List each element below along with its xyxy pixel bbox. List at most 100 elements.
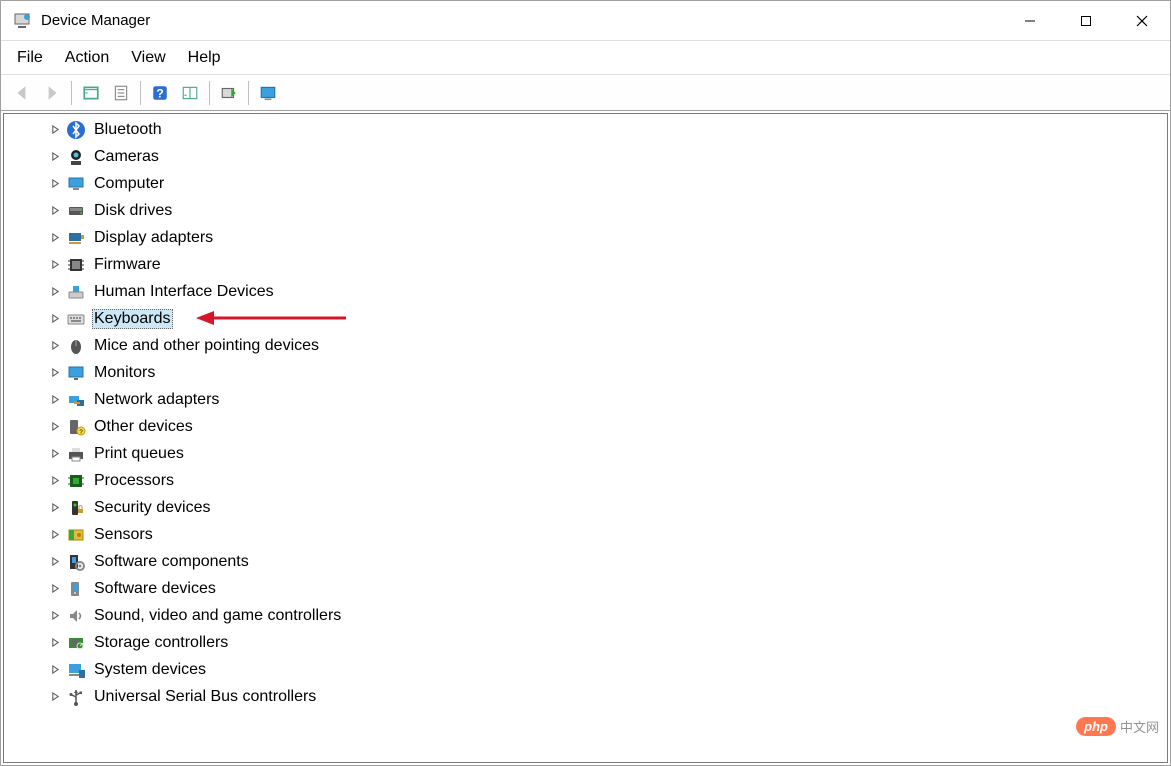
scan-hardware-button[interactable] bbox=[214, 79, 244, 107]
expander-icon[interactable] bbox=[46, 607, 64, 625]
expander-icon[interactable] bbox=[46, 526, 64, 544]
tree-item-label: Display adapters bbox=[92, 229, 215, 247]
tree-item-cameras[interactable]: Cameras bbox=[4, 143, 1167, 170]
tree-item-monitors[interactable]: Monitors bbox=[4, 359, 1167, 386]
menu-help[interactable]: Help bbox=[188, 49, 221, 67]
expander-icon[interactable] bbox=[46, 688, 64, 706]
security-icon bbox=[66, 498, 86, 518]
tree-item-sound-video-and-game-controllers[interactable]: Sound, video and game controllers bbox=[4, 602, 1167, 629]
tree-item-system-devices[interactable]: System devices bbox=[4, 656, 1167, 683]
forward-button[interactable] bbox=[37, 79, 67, 107]
tree-item-display-adapters[interactable]: Display adapters bbox=[4, 224, 1167, 251]
expander-icon[interactable] bbox=[46, 229, 64, 247]
action-menu-button[interactable] bbox=[175, 79, 205, 107]
tree-item-label: System devices bbox=[92, 661, 208, 679]
tree-item-label: Software components bbox=[92, 553, 251, 571]
title-bar: Device Manager bbox=[1, 1, 1170, 41]
window-controls bbox=[1002, 1, 1170, 41]
camera-icon bbox=[66, 147, 86, 167]
expander-icon[interactable] bbox=[46, 256, 64, 274]
tree-item-label: Processors bbox=[92, 472, 176, 490]
expander-icon[interactable] bbox=[46, 472, 64, 490]
tree-item-processors[interactable]: Processors bbox=[4, 467, 1167, 494]
watermark-pill: php bbox=[1076, 717, 1116, 736]
expander-icon[interactable] bbox=[46, 337, 64, 355]
other-icon: ? bbox=[66, 417, 86, 437]
tree-item-label: Bluetooth bbox=[92, 121, 164, 139]
system-icon bbox=[66, 660, 86, 680]
tree-item-label: Storage controllers bbox=[92, 634, 230, 652]
watermark-text: 中文网 bbox=[1120, 717, 1159, 736]
close-button[interactable] bbox=[1114, 1, 1170, 41]
network-icon bbox=[66, 390, 86, 410]
expander-icon[interactable] bbox=[46, 364, 64, 382]
expander-icon[interactable] bbox=[46, 553, 64, 571]
tree-item-sensors[interactable]: Sensors bbox=[4, 521, 1167, 548]
toolbar-separator bbox=[71, 81, 72, 105]
toolbar: ? bbox=[1, 75, 1170, 111]
expander-icon[interactable] bbox=[46, 391, 64, 409]
tree-item-disk-drives[interactable]: Disk drives bbox=[4, 197, 1167, 224]
tree-item-network-adapters[interactable]: Network adapters bbox=[4, 386, 1167, 413]
tree-item-mice-and-other-pointing-devices[interactable]: Mice and other pointing devices bbox=[4, 332, 1167, 359]
expander-icon[interactable] bbox=[46, 121, 64, 139]
minimize-button[interactable] bbox=[1002, 1, 1058, 41]
device-tree[interactable]: Bluetooth CamerasComputer Disk drives Displ… bbox=[4, 114, 1167, 762]
keyboard-icon bbox=[66, 309, 86, 329]
tree-item-label: Universal Serial Bus controllers bbox=[92, 688, 318, 706]
tree-item-label: Sound, video and game controllers bbox=[92, 607, 343, 625]
help-button[interactable]: ? bbox=[145, 79, 175, 107]
expander-icon[interactable] bbox=[46, 634, 64, 652]
tree-item-label: Keyboards bbox=[92, 309, 173, 329]
toolbar-separator bbox=[209, 81, 210, 105]
app-icon bbox=[13, 12, 31, 30]
display-adapter-icon bbox=[66, 228, 86, 248]
expander-icon[interactable] bbox=[46, 580, 64, 598]
expander-icon[interactable] bbox=[46, 445, 64, 463]
sound-icon bbox=[66, 606, 86, 626]
expander-icon[interactable] bbox=[46, 661, 64, 679]
tree-item-firmware[interactable]: Firmware bbox=[4, 251, 1167, 278]
tree-item-universal-serial-bus-controllers[interactable]: Universal Serial Bus controllers bbox=[4, 683, 1167, 710]
mouse-icon bbox=[66, 336, 86, 356]
toolbar-separator bbox=[140, 81, 141, 105]
tree-item-computer[interactable]: Computer bbox=[4, 170, 1167, 197]
tree-item-security-devices[interactable]: Security devices bbox=[4, 494, 1167, 521]
monitor-icon bbox=[66, 363, 86, 383]
tree-item-keyboards[interactable]: Keyboards bbox=[4, 305, 1167, 332]
menu-view[interactable]: View bbox=[131, 49, 165, 67]
watermark: php 中文网 bbox=[1076, 717, 1159, 736]
show-hidden-button[interactable] bbox=[76, 79, 106, 107]
expander-icon[interactable] bbox=[46, 283, 64, 301]
back-button[interactable] bbox=[7, 79, 37, 107]
tree-item-label: Network adapters bbox=[92, 391, 221, 409]
tree-item-bluetooth[interactable]: Bluetooth bbox=[4, 116, 1167, 143]
tree-item-label: Firmware bbox=[92, 256, 163, 274]
tree-item-label: Security devices bbox=[92, 499, 213, 517]
tree-item-label: Other devices bbox=[92, 418, 195, 436]
maximize-button[interactable] bbox=[1058, 1, 1114, 41]
menu-file[interactable]: File bbox=[17, 49, 43, 67]
software-device-icon bbox=[66, 579, 86, 599]
hid-icon bbox=[66, 282, 86, 302]
tree-item-software-devices[interactable]: Software devices bbox=[4, 575, 1167, 602]
expander-icon[interactable] bbox=[46, 418, 64, 436]
tree-item-label: Disk drives bbox=[92, 202, 174, 220]
tree-item-other-devices[interactable]: ? Other devices bbox=[4, 413, 1167, 440]
properties-button[interactable] bbox=[106, 79, 136, 107]
computer-icon bbox=[66, 174, 86, 194]
tree-item-label: Software devices bbox=[92, 580, 218, 598]
expander-icon[interactable] bbox=[46, 148, 64, 166]
tree-item-human-interface-devices[interactable]: Human Interface Devices bbox=[4, 278, 1167, 305]
expander-icon[interactable] bbox=[46, 310, 64, 328]
add-legacy-button[interactable] bbox=[253, 79, 283, 107]
expander-icon[interactable] bbox=[46, 499, 64, 517]
tree-item-software-components[interactable]: Software components bbox=[4, 548, 1167, 575]
tree-item-storage-controllers[interactable]: Storage controllers bbox=[4, 629, 1167, 656]
menu-action[interactable]: Action bbox=[65, 49, 109, 67]
toolbar-separator bbox=[248, 81, 249, 105]
expander-icon[interactable] bbox=[46, 202, 64, 220]
tree-item-print-queues[interactable]: Print queues bbox=[4, 440, 1167, 467]
expander-icon[interactable] bbox=[46, 175, 64, 193]
disk-icon bbox=[66, 201, 86, 221]
